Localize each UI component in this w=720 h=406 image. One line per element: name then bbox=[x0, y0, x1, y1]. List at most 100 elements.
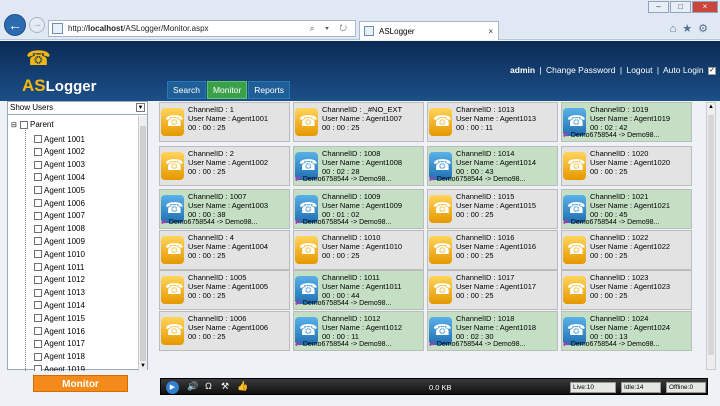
tree-node-agent[interactable]: Agent 1015 bbox=[34, 312, 85, 324]
checkbox[interactable] bbox=[34, 186, 42, 195]
checkbox[interactable] bbox=[20, 120, 28, 129]
checkbox[interactable] bbox=[34, 263, 42, 271]
channel-tile[interactable]: ☎ ChannelID : _#NO_EXT User Name : Agent10… bbox=[293, 102, 424, 142]
channel-tile[interactable]: ☎ ChannelID : 1018 User Name : Agent1018 00… bbox=[427, 311, 558, 351]
tree-node-agent[interactable]: Agent 1019 bbox=[34, 363, 85, 371]
channel-tile[interactable]: ☎ ChannelID : 1024 User Name : Agent1024 00… bbox=[561, 311, 692, 351]
channel-tile[interactable]: ☎ ChannelID : 1013 User Name : Agent1013 00… bbox=[427, 102, 558, 142]
play-button[interactable]: ▶ bbox=[166, 381, 179, 394]
channel-info: ChannelID : _#NO_EXT User Name : Agent100… bbox=[322, 105, 402, 132]
tree-node-agent[interactable]: Agent 1008 bbox=[34, 223, 85, 235]
checkbox[interactable] bbox=[34, 199, 42, 207]
headset-icon[interactable]: Ω bbox=[205, 381, 212, 391]
tab-close-icon[interactable]: × bbox=[488, 27, 498, 36]
chevron-down-icon[interactable]: ▼ bbox=[136, 103, 145, 112]
channel-tile[interactable]: ☎ ChannelID : 1020 User Name : Agent1020 00… bbox=[561, 146, 692, 186]
channel-tile[interactable]: ☎ ChannelID : 1008 User Name : Agent1008 00… bbox=[293, 146, 424, 186]
checkbox[interactable] bbox=[34, 365, 42, 371]
phone-icon: ☎ bbox=[563, 276, 586, 304]
channel-tile[interactable]: ☎ ChannelID : 1015 User Name : Agent1015 00… bbox=[427, 189, 558, 229]
channel-tile[interactable]: ☎ ChannelID : 1009 User Name : Agent1009 00… bbox=[293, 189, 424, 229]
collapse-icon[interactable]: ⊟ bbox=[11, 121, 19, 129]
tree-node-agent[interactable]: Agent 1001 bbox=[34, 133, 85, 145]
tree-node-agent[interactable]: Agent 1003 bbox=[34, 159, 85, 171]
channel-tile[interactable]: ☎ ChannelID : 1 User Name : Agent1001 00 : … bbox=[159, 102, 290, 142]
tree-node-parent[interactable]: ⊟ Parent bbox=[11, 120, 54, 129]
checkbox[interactable] bbox=[34, 135, 42, 143]
checkbox[interactable] bbox=[34, 224, 42, 233]
channel-tile[interactable]: ☎ ChannelID : 1010 User Name : Agent1010 00… bbox=[293, 230, 424, 270]
tree-node-agent[interactable]: Agent 1017 bbox=[34, 338, 85, 350]
checkbox[interactable] bbox=[34, 160, 42, 169]
tree-node-agent[interactable]: Agent 1006 bbox=[34, 197, 85, 209]
scroll-up-icon[interactable]: ▲ bbox=[708, 104, 714, 110]
scroll-thumb[interactable] bbox=[140, 126, 146, 361]
tree-node-agent[interactable]: Agent 1002 bbox=[34, 146, 85, 158]
browser-tools-icon[interactable]: ⌂★⚙ bbox=[670, 22, 714, 35]
logout-link[interactable]: Logout bbox=[626, 65, 652, 75]
checkbox[interactable] bbox=[34, 147, 42, 156]
minimize-button[interactable]: – bbox=[648, 1, 669, 13]
channel-tile[interactable]: ☎ ChannelID : 1021 User Name : Agent1021 00… bbox=[561, 189, 692, 229]
browser-tab[interactable]: ASLogger × bbox=[359, 21, 499, 40]
like-icon[interactable]: 👍 bbox=[237, 381, 248, 392]
channel-tile[interactable]: ☎ ChannelID : 1022 User Name : Agent1022 00… bbox=[561, 230, 692, 270]
tree-node-agent[interactable]: Agent 1004 bbox=[34, 171, 85, 183]
checkbox[interactable] bbox=[34, 327, 42, 335]
tool-icon[interactable]: ⚒ bbox=[221, 381, 229, 392]
address-bar[interactable]: http://localhost/ASLogger/Monitor.aspx ⌕… bbox=[48, 20, 356, 37]
channel-tile[interactable]: ☎ ChannelID : 1007 User Name : Agent1003 00… bbox=[159, 189, 290, 229]
back-button[interactable]: ← bbox=[4, 14, 26, 36]
checkbox[interactable] bbox=[34, 250, 42, 259]
channel-tile[interactable]: ☎ ChannelID : 2 User Name : Agent1002 00 : … bbox=[159, 146, 290, 186]
checkbox[interactable] bbox=[34, 314, 42, 323]
channel-tile[interactable]: ☎ ChannelID : 1016 User Name : Agent1016 00… bbox=[427, 230, 558, 270]
channel-tile[interactable]: ☎ ChannelID : 1019 User Name : Agent1019 00… bbox=[561, 102, 692, 142]
tree-node-agent[interactable]: Agent 1014 bbox=[34, 299, 85, 311]
channel-tile[interactable]: ☎ ChannelID : 1023 User Name : Agent1023 00… bbox=[561, 270, 692, 310]
sidebar-scrollbar[interactable]: ▼ bbox=[138, 116, 147, 371]
show-users-select[interactable]: Show Users ▼ bbox=[8, 102, 147, 115]
tab-monitor[interactable]: Monitor bbox=[206, 81, 248, 99]
tree-node-agent[interactable]: Agent 1016 bbox=[34, 325, 85, 337]
checkbox[interactable] bbox=[34, 211, 42, 220]
grid-scrollbar[interactable]: ▲ bbox=[706, 102, 716, 370]
change-password-link[interactable]: Change Password bbox=[546, 65, 615, 75]
checkbox[interactable] bbox=[34, 288, 42, 297]
scroll-down-icon[interactable]: ▼ bbox=[140, 363, 146, 369]
tab-reports[interactable]: Reports bbox=[248, 81, 291, 99]
tree-node-agent[interactable]: Agent 1018 bbox=[34, 351, 85, 363]
tree-node-agent[interactable]: Agent 1009 bbox=[34, 235, 85, 247]
checkbox[interactable] bbox=[34, 173, 42, 182]
channel-id: ChannelID : 1016 bbox=[456, 233, 515, 242]
tree-node-agent[interactable]: Agent 1013 bbox=[34, 287, 85, 299]
tree-node-agent[interactable]: Agent 1005 bbox=[34, 184, 85, 196]
channel-tile[interactable]: ☎ ChannelID : 1017 User Name : Agent1017 00… bbox=[427, 270, 558, 310]
channel-tile[interactable]: ☎ ChannelID : 1011 User Name : Agent1011 00… bbox=[293, 270, 424, 310]
agent-label: Agent 1013 bbox=[44, 288, 85, 298]
search-icon[interactable]: ⌕ ▾ ↻ bbox=[310, 23, 355, 34]
scroll-thumb[interactable] bbox=[708, 115, 714, 355]
checkbox[interactable] bbox=[34, 237, 42, 246]
tree-node-agent[interactable]: Agent 1007 bbox=[34, 210, 85, 222]
forward-button[interactable]: → bbox=[29, 17, 45, 33]
channel-tile[interactable]: ☎ ChannelID : 1005 User Name : Agent1005 00… bbox=[159, 270, 290, 310]
monitor-button[interactable]: Monitor bbox=[33, 375, 128, 392]
checkbox[interactable] bbox=[34, 275, 42, 284]
checkbox[interactable] bbox=[34, 301, 42, 310]
maximize-button[interactable]: □ bbox=[670, 1, 691, 13]
tree-node-agent[interactable]: Agent 1012 bbox=[34, 274, 85, 286]
close-window-button[interactable]: × bbox=[692, 1, 718, 13]
checkbox[interactable] bbox=[34, 352, 42, 361]
checkbox[interactable] bbox=[34, 339, 42, 348]
channel-tile[interactable]: ☎ ChannelID : 4 User Name : Agent1004 00 : … bbox=[159, 230, 290, 270]
channel-tile[interactable]: ☎ ChannelID : 1006 User Name : Agent1006 00… bbox=[159, 311, 290, 351]
tab-search[interactable]: Search bbox=[167, 81, 206, 99]
channel-tile[interactable]: ☎ ChannelID : 1012 User Name : Agent1012 00… bbox=[293, 311, 424, 351]
tree-node-agent[interactable]: Agent 1011 bbox=[34, 261, 84, 273]
channel-tile[interactable]: ☎ ChannelID : 1014 User Name : Agent1014 00… bbox=[427, 146, 558, 186]
call-arrows-icon: ⇄ bbox=[295, 219, 301, 226]
volume-icon[interactable]: 🔊 bbox=[187, 381, 198, 392]
tree-node-agent[interactable]: Agent 1010 bbox=[34, 248, 85, 260]
auto-login-checkbox[interactable]: ✓ bbox=[708, 66, 716, 75]
